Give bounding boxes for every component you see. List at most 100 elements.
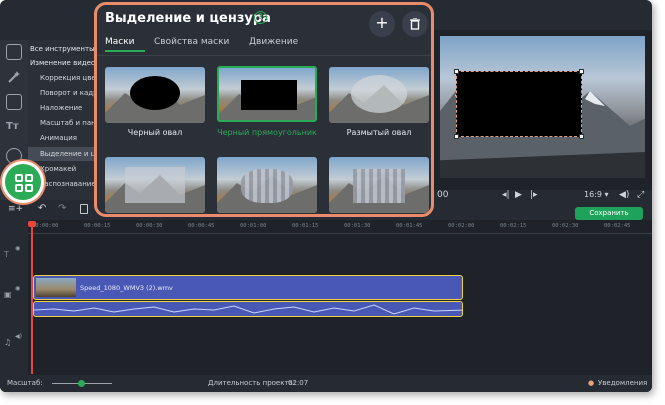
mask-tile-pixel-oval[interactable] — [217, 157, 317, 213]
black-rect-shape — [241, 80, 297, 110]
aspect-value: 16:9 — [584, 190, 602, 199]
mask-label: Черный прямоугольник — [217, 128, 317, 137]
ruler-tick: 00:00:30 — [136, 223, 163, 229]
tools-item-label: Распознавание — [40, 180, 96, 188]
video-preview[interactable] — [440, 36, 645, 178]
tools-item-label: Поворот и кадрирование — [40, 89, 98, 97]
ruler-tick: 00:02:45 — [604, 223, 631, 229]
pixelate-rect-shape — [353, 169, 405, 203]
audio-waveform[interactable] — [33, 301, 463, 317]
scale-label: Масштаб: — [7, 379, 43, 387]
trash-icon — [410, 17, 420, 30]
resize-handle[interactable] — [454, 69, 459, 74]
ruler-tick: 00:00:45 — [188, 223, 215, 229]
save-button[interactable]: Сохранить — [575, 207, 643, 220]
highlight-censor-panel: Выделение и цензура ? + Маски Свойства м… — [94, 2, 434, 217]
blur-rect-shape — [125, 167, 185, 203]
undo-icon[interactable]: ↶ — [38, 203, 46, 214]
volume-icon[interactable]: ◀) — [619, 190, 629, 200]
tools-item-label: Изменение видео — [30, 59, 96, 67]
tools-item-all[interactable]: Все инструменты — [28, 42, 98, 56]
tab-masks[interactable]: Маски — [105, 37, 135, 47]
tools-item-label: Все инструменты — [30, 45, 95, 53]
fullscreen-icon[interactable]: ⤢ — [637, 190, 644, 200]
time-display-stub: 00 — [437, 190, 449, 200]
playhead[interactable] — [28, 221, 36, 374]
duration-value: 02:07 — [288, 379, 309, 387]
tab-motion[interactable]: Движение — [249, 37, 298, 47]
resize-handle[interactable] — [454, 134, 459, 139]
text-track-icon: T — [4, 250, 9, 259]
duration-label: Длительность проекта: — [208, 379, 296, 387]
visibility-icon[interactable]: ◉ — [15, 245, 20, 252]
mask-tile-black-rectangle[interactable] — [217, 66, 317, 122]
zoom-slider-handle[interactable] — [78, 380, 85, 387]
tools-item-label: Анимация — [40, 134, 78, 142]
tools-item-video-edit[interactable]: Изменение видео — [28, 56, 98, 70]
mute-icon[interactable]: ◀) — [15, 333, 22, 340]
timeline-ruler[interactable]: 00:00:00 00:00:15 00:00:30 00:00:45 00:0… — [28, 220, 652, 234]
add-mask-button[interactable]: + — [369, 11, 395, 37]
redo-icon[interactable]: ↷ — [58, 203, 66, 214]
censor-rectangle[interactable] — [456, 71, 582, 137]
play-icon[interactable]: ▶ — [515, 190, 522, 200]
import-icon[interactable] — [6, 44, 22, 60]
ruler-tick: 00:02:00 — [448, 223, 475, 229]
tools-item-color[interactable]: Коррекция цвета — [28, 71, 98, 85]
bell-icon[interactable]: ● — [588, 379, 594, 387]
grid-icon — [15, 174, 33, 192]
ruler-tick: 00:00:15 — [84, 223, 111, 229]
clip-name: Speed_1080_WMV3 (2).wmv — [80, 284, 173, 292]
mask-tile-pixel-rect[interactable] — [329, 157, 429, 213]
resize-handle[interactable] — [579, 134, 584, 139]
magic-wand-icon[interactable] — [6, 69, 22, 85]
music-track-icon: ♫ — [4, 338, 12, 347]
tools-item-rotate-crop[interactable]: Поворот и кадрирование — [28, 86, 98, 100]
clip-thumbnail — [36, 278, 76, 297]
prev-frame-icon[interactable]: ◂| — [502, 190, 510, 200]
tools-item-highlight-censor[interactable]: Выделение и цензура — [28, 147, 98, 161]
tools-item-overlay[interactable]: Наложение — [28, 101, 98, 115]
blur-oval-shape — [351, 75, 407, 113]
ruler-tick: 00:01:00 — [240, 223, 267, 229]
tools-item-pan-zoom[interactable]: Масштаб и панорама — [28, 116, 98, 130]
visibility-icon[interactable]: ◉ — [15, 285, 20, 292]
tools-item-label: Коррекция цвета — [40, 74, 98, 82]
next-frame-icon[interactable]: |▸ — [530, 190, 538, 200]
transitions-icon[interactable] — [6, 94, 22, 110]
ruler-tick: 00:01:45 — [396, 223, 423, 229]
ruler-tick: 00:01:30 — [344, 223, 371, 229]
titles-icon[interactable]: Tт — [6, 121, 22, 137]
pixelate-oval-shape — [241, 169, 293, 203]
mask-tile-blur-rect[interactable] — [105, 157, 205, 213]
video-track-icon: ▣ — [4, 290, 12, 299]
track-headers: T ◉ ▣ ◉ ♫ ◀) — [0, 220, 28, 375]
status-bar: Масштаб: Длительность проекта: 02:07 ● У… — [0, 375, 652, 392]
ruler-tick: 00:02:15 — [500, 223, 527, 229]
mask-tile-black-oval[interactable] — [105, 67, 205, 123]
tools-item-animation[interactable]: Анимация — [28, 131, 98, 145]
ruler-tick: 00:01:15 — [292, 223, 319, 229]
add-track-icon[interactable]: ≡+ — [8, 204, 23, 214]
trash-icon[interactable] — [80, 204, 88, 214]
delete-mask-button[interactable] — [402, 11, 428, 37]
tools-item-label: Масштаб и панорама — [40, 119, 98, 127]
tools-item-label: Выделение и цензура — [40, 150, 98, 158]
more-tools-button[interactable] — [2, 161, 44, 203]
mask-tile-blur-oval[interactable] — [329, 67, 429, 123]
resize-handle[interactable] — [579, 69, 584, 74]
panel-title: Выделение и цензура — [105, 11, 271, 26]
notifications-link[interactable]: Уведомления — [598, 379, 647, 387]
tools-item-label: Наложение — [40, 104, 83, 112]
active-tab-indicator — [105, 50, 145, 52]
help-icon[interactable]: ? — [254, 11, 267, 24]
video-clip[interactable]: Speed_1080_WMV3 (2).wmv — [33, 275, 463, 300]
tab-mask-properties[interactable]: Свойства маски — [154, 37, 229, 47]
ruler-tick: 00:02:30 — [552, 223, 579, 229]
mask-label: Черный овал — [127, 128, 183, 137]
tools-item-label: Хромакей — [40, 165, 77, 173]
aspect-ratio-select[interactable]: 16:9 ▾ — [584, 190, 609, 199]
black-oval-shape — [130, 76, 180, 110]
tabs-divider — [97, 55, 431, 56]
mask-label: Размытый овал — [346, 128, 412, 137]
